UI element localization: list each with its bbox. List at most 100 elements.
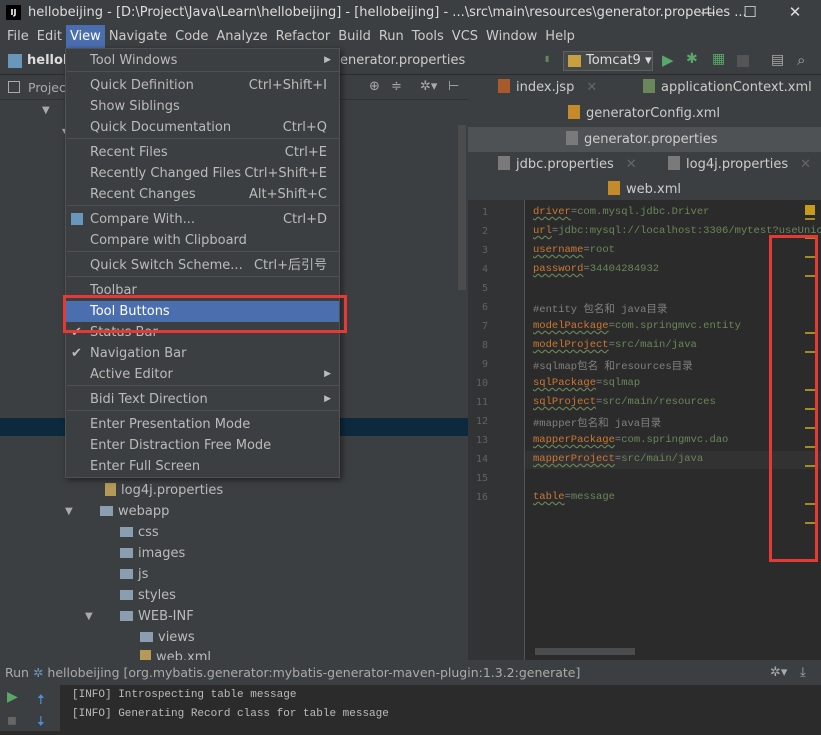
- close-tab-icon[interactable]: ✕: [800, 157, 811, 172]
- menu-item-tool-windows[interactable]: Tool Windows ▶: [66, 50, 339, 71]
- stop-icon[interactable]: [737, 55, 749, 67]
- run-config-select[interactable]: Tomcat9 ▾: [563, 51, 653, 71]
- tree-item[interactable]: log4j.properties: [105, 480, 223, 501]
- close-tab-icon[interactable]: ✕: [586, 80, 597, 95]
- coverage-icon[interactable]: ▦: [712, 51, 725, 67]
- debug-icon[interactable]: ✱: [686, 51, 698, 67]
- menu-item-quick-definition[interactable]: Quick Definition Ctrl+Shift+I: [66, 75, 339, 96]
- menu-item-recently-changed-files[interactable]: Recently Changed Files Ctrl+Shift+E: [66, 163, 339, 184]
- tomcat-icon: [568, 55, 581, 67]
- code-line: driver=com.mysql.jdbc.Driver: [533, 206, 709, 218]
- code-line: mapperPackage=com.springmvc.dao: [533, 434, 728, 446]
- file-icon: [105, 483, 116, 496]
- tab-index-jsp[interactable]: index.jsp ✕: [498, 75, 597, 100]
- menu-item-label: Active Editor: [90, 367, 173, 382]
- tab-log4j-properties[interactable]: log4j.properties ✕: [668, 152, 811, 177]
- menu-item-bidi-text-direction[interactable]: Bidi Text Direction ▶: [66, 389, 339, 410]
- menu-build[interactable]: Build: [334, 25, 375, 48]
- tab-jdbc-properties[interactable]: jdbc.properties ✕: [498, 152, 637, 177]
- menu-item-shortcut: Ctrl+D: [282, 212, 327, 227]
- project-structure-icon[interactable]: ▤: [771, 52, 784, 68]
- expand-arrow-icon[interactable]: ▼: [85, 611, 93, 622]
- gear-icon[interactable]: ✲▾: [420, 79, 437, 94]
- hide-icon[interactable]: ⊢: [448, 79, 459, 94]
- folder-icon: [120, 548, 133, 558]
- tab-generatorconfig-xml[interactable]: generatorConfig.xml: [568, 101, 720, 126]
- menu-edit[interactable]: Edit: [33, 25, 66, 48]
- tree-item[interactable]: styles: [120, 585, 176, 606]
- menu-file[interactable]: File: [3, 25, 33, 48]
- expand-arrow-icon[interactable]: ▼: [65, 506, 73, 517]
- tree-item-label: WEB-INF: [138, 609, 194, 624]
- build-icon[interactable]: ▮: [545, 54, 555, 68]
- menu-item-compare-with-[interactable]: Compare With... Ctrl+D: [66, 209, 339, 230]
- down-arrow-icon[interactable]: 🠇: [37, 711, 45, 735]
- menu-refactor[interactable]: Refactor: [272, 25, 335, 48]
- tree-item[interactable]: WEB-INF: [120, 606, 194, 627]
- hide-panel-icon[interactable]: ⤓: [800, 660, 806, 685]
- horizontal-scrollbar[interactable]: [535, 648, 635, 655]
- menu-vcs[interactable]: VCS: [448, 25, 482, 48]
- menu-item-navigation-bar[interactable]: ✔ Navigation Bar: [66, 343, 339, 364]
- menu-separator: [67, 205, 339, 206]
- minimize-button[interactable]: —: [688, 0, 728, 25]
- up-arrow-icon[interactable]: 🠅: [37, 689, 45, 713]
- title-bar: IJ hellobeijing - [D:\Project\Java\Learn…: [0, 0, 821, 25]
- menu-item-recent-changes[interactable]: Recent Changes Alt+Shift+C: [66, 184, 339, 205]
- property-value: src/main/resources: [602, 396, 716, 408]
- run-config-name[interactable]: hellobeijing [org.mybatis.generator:myba…: [47, 665, 580, 680]
- tree-item[interactable]: views: [140, 627, 195, 648]
- menu-item-label: Quick Documentation: [90, 120, 232, 135]
- menu-view[interactable]: View: [65, 25, 105, 48]
- menu-analyze[interactable]: Analyze: [212, 25, 271, 48]
- tree-item[interactable]: images: [120, 543, 185, 564]
- menu-item-enter-presentation-mode[interactable]: Enter Presentation Mode: [66, 414, 339, 435]
- settings-icon[interactable]: ✲▾: [770, 660, 787, 685]
- menu-help[interactable]: Help: [541, 25, 579, 48]
- rerun-icon[interactable]: ▶: [7, 689, 18, 705]
- menu-item-compare-with-clipboard[interactable]: Compare with Clipboard: [66, 230, 339, 251]
- menu-window[interactable]: Window: [482, 25, 541, 48]
- menu-run[interactable]: Run: [375, 25, 408, 48]
- menu-item-quick-switch-scheme-[interactable]: Quick Switch Scheme... Ctrl+后引号: [66, 255, 339, 276]
- menu-item-enter-distraction-free-mode[interactable]: Enter Distraction Free Mode: [66, 435, 339, 456]
- window-title: hellobeijing - [D:\Project\Java\Learn\he…: [28, 5, 747, 20]
- tab-applicationcontext-xml[interactable]: applicationContext.xml✕: [643, 75, 821, 100]
- close-tab-icon[interactable]: ✕: [626, 157, 637, 172]
- menu-item-label: Navigation Bar: [90, 346, 187, 361]
- tab-web-xml[interactable]: web.xml: [608, 177, 681, 202]
- run-icon[interactable]: ▶: [662, 51, 674, 69]
- menu-item-shortcut: Ctrl+Shift+E: [244, 166, 327, 181]
- tree-item[interactable]: js: [120, 564, 148, 585]
- close-button[interactable]: ✕: [775, 0, 815, 25]
- menu-item-active-editor[interactable]: Active Editor ▶: [66, 364, 339, 385]
- submenu-arrow-icon: ▶: [324, 369, 331, 379]
- tree-item[interactable]: webapp: [100, 501, 169, 522]
- property-value: com.springmvc.dao: [621, 434, 729, 446]
- file-icon: [608, 181, 620, 195]
- tree-item[interactable]: css: [120, 522, 159, 543]
- search-icon[interactable]: ⌕: [797, 51, 805, 69]
- menu-item-quick-documentation[interactable]: Quick Documentation Ctrl+Q: [66, 117, 339, 138]
- tab-generator-properties[interactable]: generator.properties: [566, 127, 717, 152]
- menu-tools[interactable]: Tools: [408, 25, 448, 48]
- menu-item-enter-full-screen[interactable]: Enter Full Screen: [66, 456, 339, 477]
- folder-icon: [120, 611, 133, 621]
- collapse-icon[interactable]: ≑: [391, 79, 402, 94]
- menu-item-label: Enter Presentation Mode: [90, 417, 251, 432]
- nav-file[interactable]: enerator.properties: [340, 53, 465, 68]
- maximize-button[interactable]: ☐: [730, 0, 770, 25]
- stop-icon[interactable]: ◼: [7, 713, 17, 727]
- menu-separator: [67, 385, 339, 386]
- warning-marker[interactable]: [805, 218, 815, 220]
- menu-code[interactable]: Code: [171, 25, 212, 48]
- menu-item-shortcut: Ctrl+E: [284, 145, 327, 160]
- menu-item-recent-files[interactable]: Recent Files Ctrl+E: [66, 142, 339, 163]
- tab-label: web.xml: [626, 182, 681, 197]
- menu-navigate[interactable]: Navigate: [105, 25, 171, 48]
- tree-scrollbar[interactable]: [458, 125, 466, 290]
- locate-icon[interactable]: ⊕: [369, 79, 380, 94]
- expand-arrow-icon[interactable]: ▼: [42, 105, 50, 116]
- menu-item-show-siblings[interactable]: Show Siblings: [66, 96, 339, 117]
- warning-indicator-icon[interactable]: [805, 205, 815, 215]
